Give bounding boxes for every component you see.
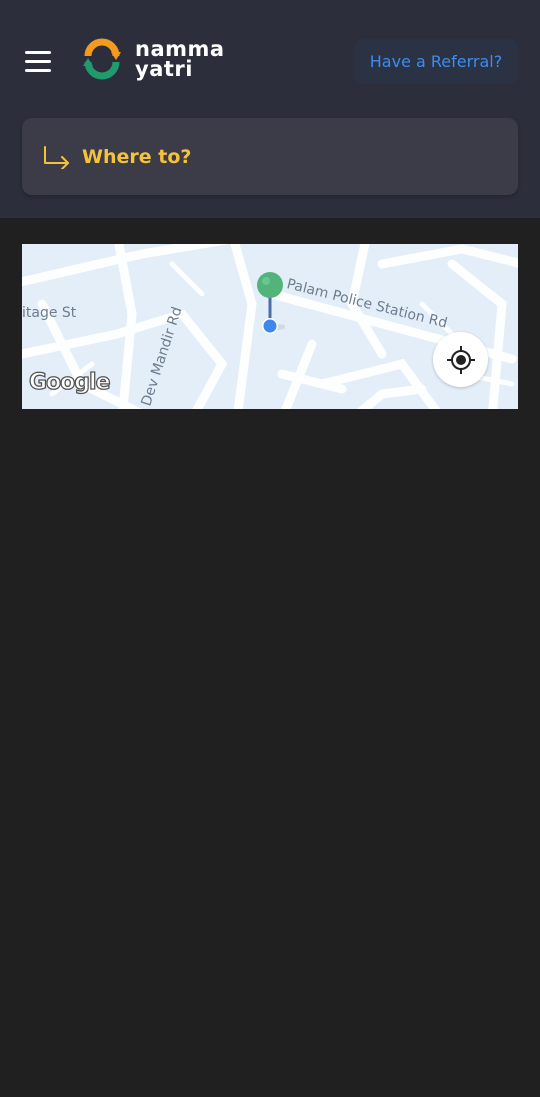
street-label-itage: itage St bbox=[22, 305, 77, 321]
logo-word-namma: namma bbox=[135, 37, 225, 61]
menu-icon[interactable] bbox=[18, 42, 58, 80]
where-to-search[interactable]: Where to? bbox=[22, 118, 518, 195]
top-header: namma yatri Have a Referral? Where to? bbox=[0, 0, 540, 218]
google-attribution: Google bbox=[28, 369, 111, 395]
arrow-turn-right-icon bbox=[44, 145, 69, 169]
where-to-label: Where to? bbox=[82, 145, 192, 168]
my-location-icon bbox=[446, 345, 475, 374]
map-pin-icon bbox=[257, 272, 285, 334]
my-location-button[interactable] bbox=[433, 332, 488, 387]
map-view[interactable]: Palam Police Station Rd itage St a Dev M… bbox=[22, 244, 518, 409]
logo-mark-icon bbox=[83, 38, 121, 80]
logo-word-yatri: yatri bbox=[135, 57, 193, 81]
app-logo: namma yatri bbox=[82, 38, 225, 80]
referral-button[interactable]: Have a Referral? bbox=[354, 39, 518, 84]
